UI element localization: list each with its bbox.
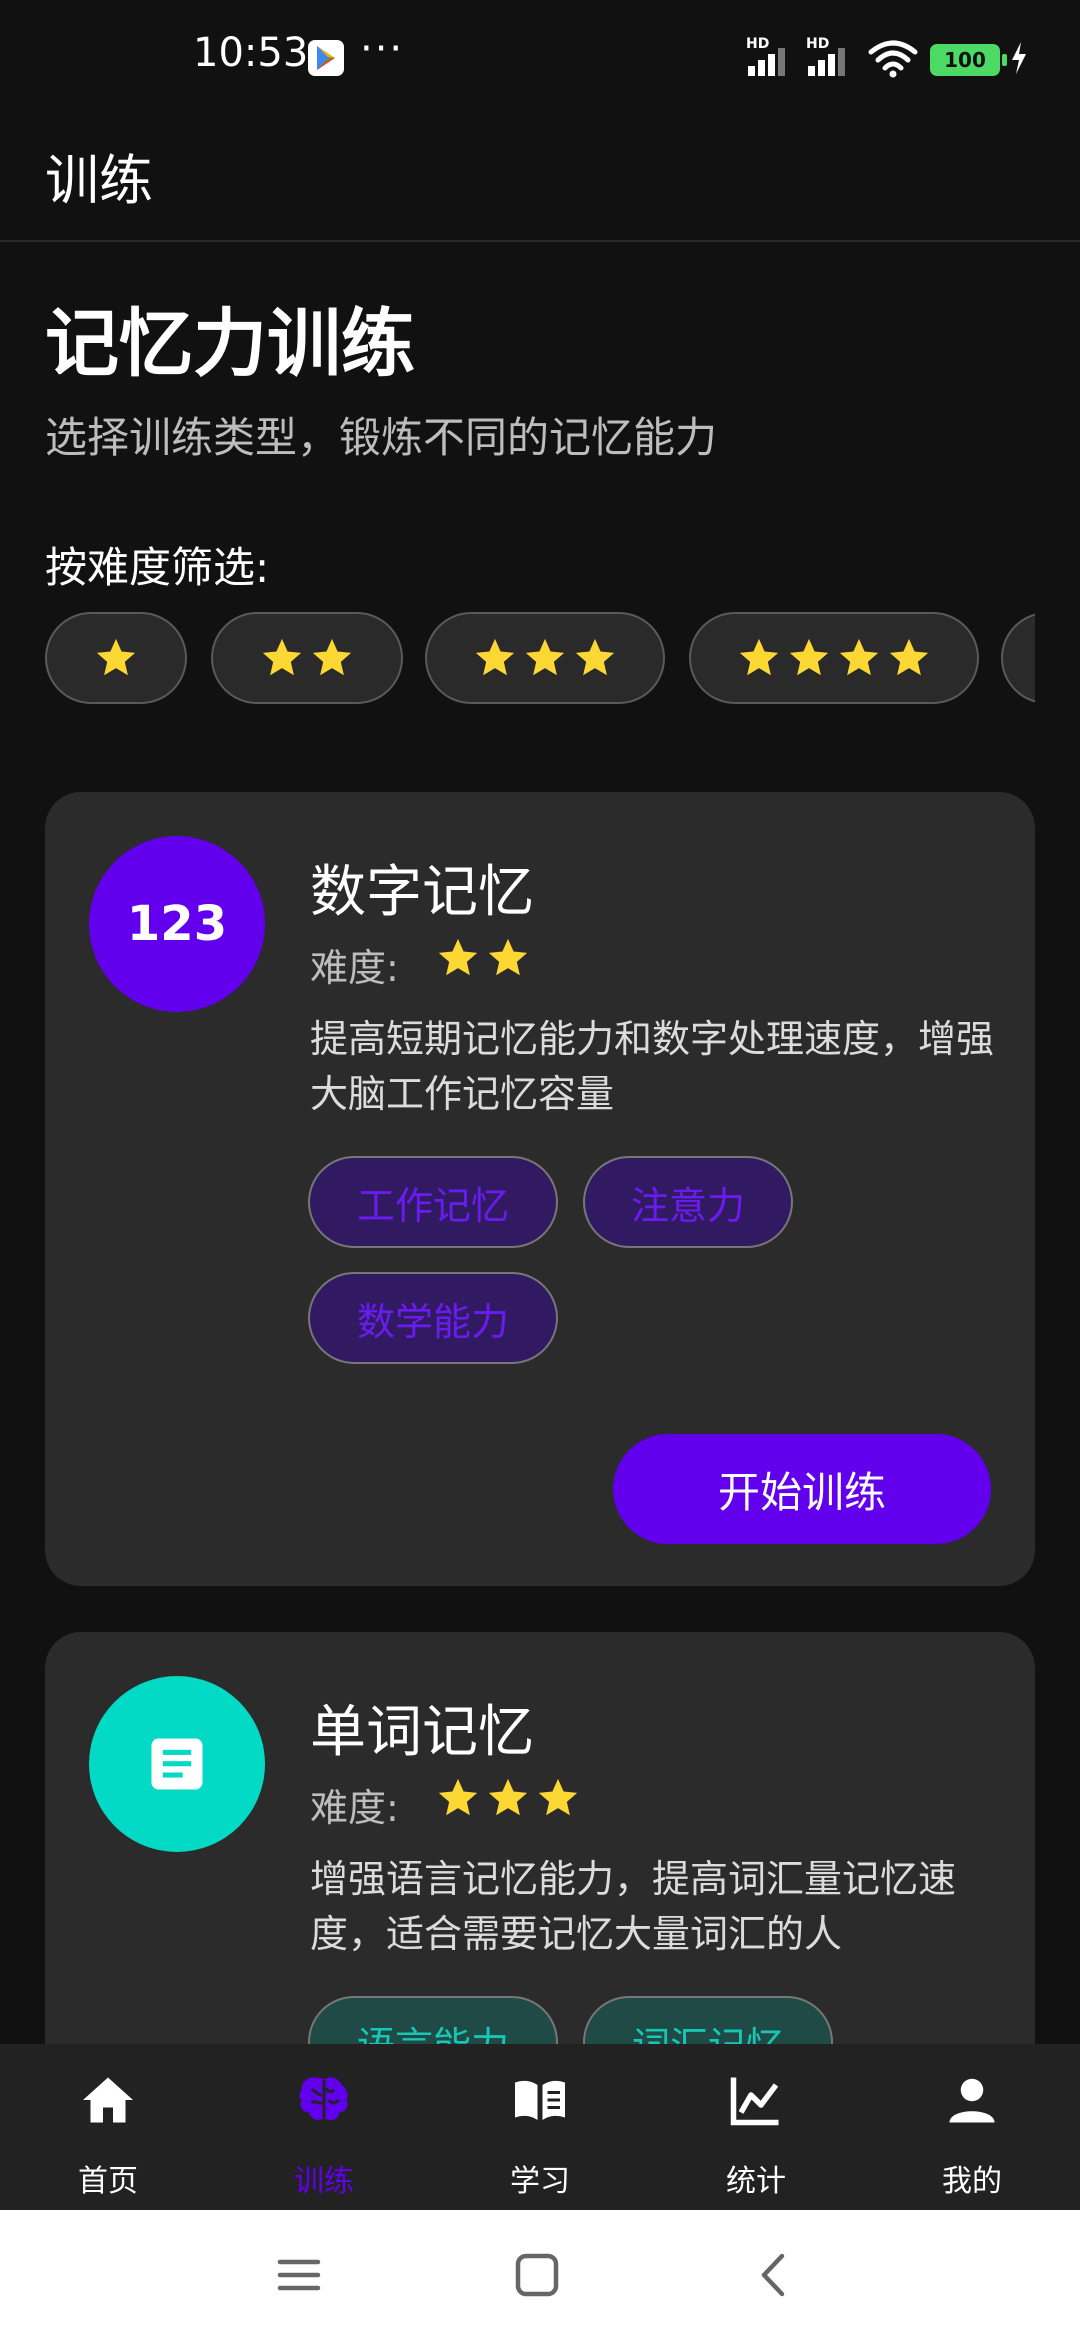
filter-chip-4-stars[interactable] (689, 612, 979, 704)
app-bar: 训练 (0, 118, 1080, 242)
star-icon (438, 938, 478, 976)
back-icon[interactable] (750, 2250, 800, 2300)
star-icon (488, 938, 528, 976)
nav-label: 统计 (726, 2164, 786, 2199)
article-icon (151, 1738, 203, 1790)
star-icon (739, 638, 779, 676)
app-bar-title: 训练 (45, 149, 153, 212)
star-icon (839, 638, 879, 676)
nav-item-training[interactable]: 训练 (216, 2044, 432, 2210)
status-time: 10:53 (193, 30, 309, 76)
star-icon (96, 638, 136, 676)
main-content[interactable]: 记忆力训练 选择训练类型，锻炼不同的记忆能力 按难度筛选: 123 数字记忆 难… (0, 244, 1080, 2044)
chart-icon (730, 2077, 779, 2126)
star-icon (789, 638, 829, 676)
signal-icon: HD (806, 36, 862, 76)
charging-icon (1012, 42, 1026, 74)
page-subtitle: 选择训练类型，锻炼不同的记忆能力 (45, 413, 718, 462)
nav-item-home[interactable]: 首页 (0, 2044, 216, 2210)
tag-chip[interactable]: 工作记忆 (308, 1156, 558, 1248)
filter-chip-5-stars[interactable] (1001, 612, 1035, 704)
star-icon (262, 638, 302, 676)
filter-chip-3-stars[interactable] (425, 612, 665, 704)
play-store-icon (308, 40, 344, 76)
home-square-icon[interactable] (512, 2250, 562, 2300)
filter-chip-1-star[interactable] (45, 612, 187, 704)
number-memory-icon: 123 (89, 836, 265, 1012)
nav-item-profile[interactable]: 我的 (864, 2044, 1080, 2210)
tag-chip[interactable]: 词汇记忆 (583, 1996, 833, 2044)
star-icon (525, 638, 565, 676)
nav-item-stats[interactable]: 统计 (648, 2044, 864, 2210)
nav-label: 学习 (510, 2164, 570, 2199)
difficulty-stars (435, 1775, 581, 1821)
star-icon (312, 638, 352, 676)
nav-label: 我的 (942, 2164, 1002, 2199)
tag-chip[interactable]: 注意力 (583, 1156, 793, 1248)
star-icon (488, 1778, 528, 1816)
status-bar: 10:53 ··· HD HD 100 (0, 0, 1080, 118)
nav-label: 首页 (78, 2164, 138, 2199)
battery-icon: 100 (930, 44, 1000, 76)
filter-label: 按难度筛选: (45, 543, 270, 592)
signal-icon: HD (746, 36, 802, 76)
home-icon (83, 2077, 133, 2123)
card-title: 单词记忆 (310, 1700, 534, 1765)
training-card-word-memory[interactable]: 单词记忆 难度: 增强语言记忆能力，提高词汇量记忆速度，适合需要记忆大量词汇的人… (45, 1632, 1035, 2044)
wifi-icon (868, 40, 918, 78)
card-description: 增强语言记忆能力，提高词汇量记忆速度，适合需要记忆大量词汇的人 (310, 1857, 957, 1956)
difficulty-label: 难度: (310, 1786, 399, 1830)
filter-chip-2-stars[interactable] (211, 612, 403, 704)
book-icon (515, 2080, 565, 2120)
article-icon (89, 1676, 265, 1852)
star-icon (538, 1778, 578, 1816)
card-description: 提高短期记忆能力和数字处理速度，增强大脑工作记忆容量 (310, 1017, 995, 1116)
tag-chip[interactable]: 语言能力 (308, 1996, 558, 2044)
nav-item-study[interactable]: 学习 (432, 2044, 648, 2210)
difficulty-label: 难度: (310, 946, 399, 990)
star-icon (889, 638, 929, 676)
screen: 10:53 ··· HD HD 100 训练 记忆力训练 选择训练类型，锻炼不同… (0, 0, 1080, 2340)
difficulty-filter-row[interactable] (45, 612, 1035, 708)
bottom-navigation: 首页 训练 学习 统计 我的 (0, 2044, 1080, 2210)
star-icon (575, 638, 615, 676)
star-icon (438, 1778, 478, 1816)
person-icon (949, 2078, 995, 2123)
training-card-number-memory[interactable]: 123 数字记忆 难度: 提高短期记忆能力和数字处理速度，增强大脑工作记忆容量 … (45, 792, 1035, 1586)
menu-icon[interactable] (274, 2250, 324, 2300)
page-title: 记忆力训练 (45, 301, 415, 387)
more-notifications-icon: ··· (360, 26, 405, 72)
card-title: 数字记忆 (310, 860, 534, 925)
battery-tip (1002, 54, 1007, 66)
brain-icon (299, 2077, 348, 2121)
nav-label: 训练 (294, 2164, 354, 2199)
tag-chip[interactable]: 数学能力 (308, 1272, 558, 1364)
start-training-button[interactable]: 开始训练 (613, 1434, 991, 1544)
system-navigation-bar (0, 2210, 1080, 2340)
difficulty-stars (435, 935, 531, 981)
star-icon (475, 638, 515, 676)
